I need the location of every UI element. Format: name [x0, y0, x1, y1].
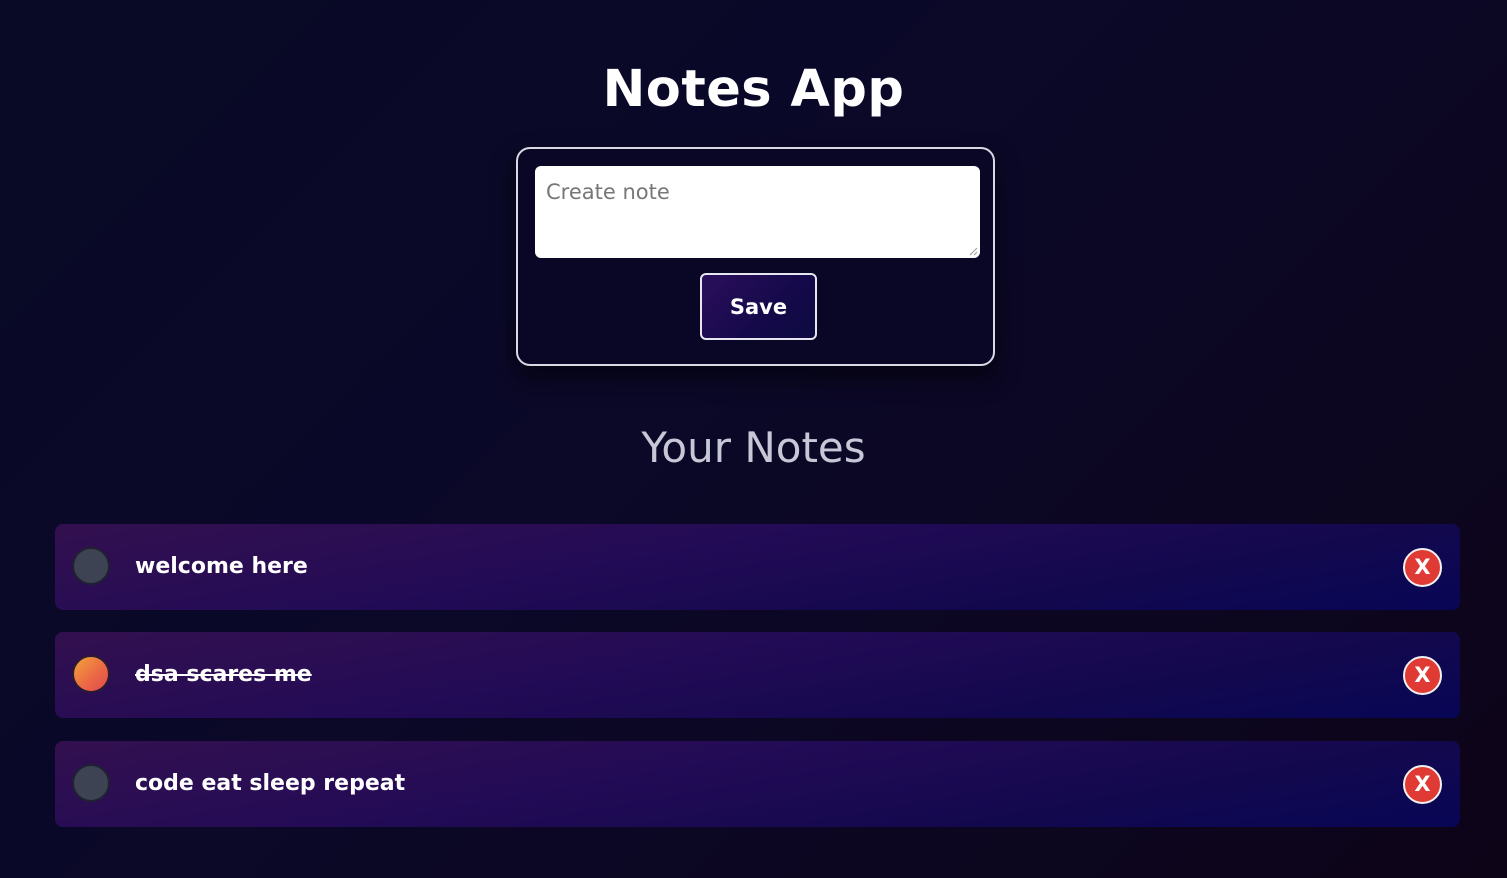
- delete-note-button[interactable]: X: [1403, 656, 1442, 695]
- circle-empty-icon[interactable]: [72, 547, 110, 585]
- save-button[interactable]: Save: [700, 273, 817, 340]
- circle-empty-icon[interactable]: [72, 764, 110, 802]
- app-title: Notes App: [602, 60, 905, 119]
- note-text: code eat sleep repeat: [135, 771, 406, 796]
- note-item: code eat sleep repeat X: [55, 741, 1460, 827]
- create-note-card: Save: [516, 147, 995, 366]
- delete-note-button[interactable]: X: [1403, 765, 1442, 804]
- note-text: dsa scares me: [135, 662, 312, 687]
- note-item: dsa scares me X: [55, 632, 1460, 718]
- note-text: welcome here: [135, 554, 308, 579]
- circle-filled-icon[interactable]: [72, 655, 110, 693]
- note-item: welcome here X: [55, 524, 1460, 610]
- notes-section-title: Your Notes: [641, 423, 866, 472]
- delete-note-button[interactable]: X: [1403, 548, 1442, 587]
- create-note-input[interactable]: [535, 166, 980, 258]
